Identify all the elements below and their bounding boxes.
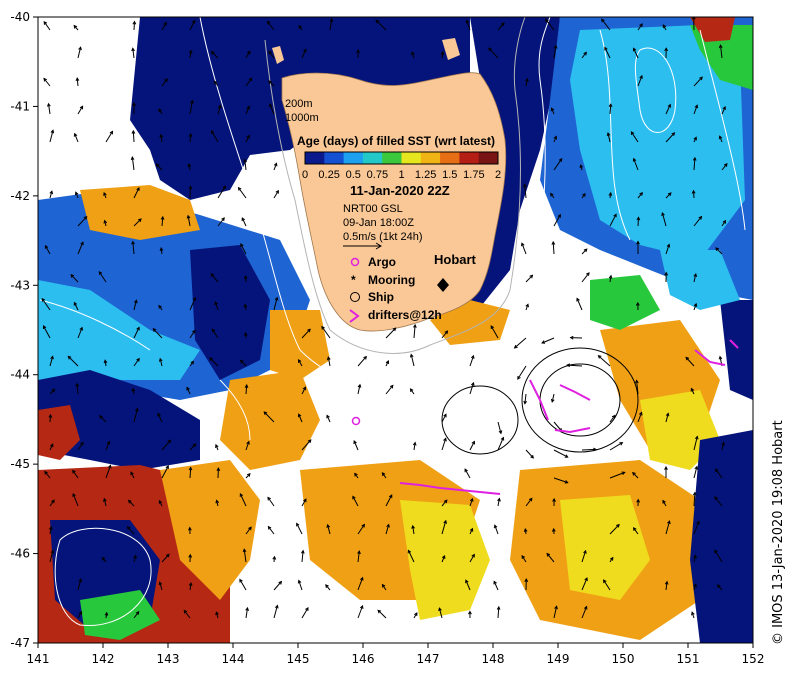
colorbar-swatch — [362, 152, 383, 164]
colorbar-swatch — [459, 152, 480, 164]
lon-tick-label: 146 — [352, 652, 375, 666]
colorbar-title: Age (days) of filled SST (wrt latest) — [297, 134, 495, 148]
colorbar-swatch — [478, 152, 499, 164]
lon-tick-label: 148 — [482, 652, 505, 666]
sst-map: 141 142 143 144 145 146 147 148 149 150 151 152 -40… — [10, 10, 786, 666]
mooring-icon: * — [351, 273, 356, 287]
colorbar-tick-label: 2 — [495, 169, 501, 181]
colorbar-tick-label: 0 — [302, 169, 308, 181]
depth-1000-label: 1000m — [285, 112, 319, 124]
colorbar-swatch — [382, 152, 402, 164]
colorbar-swatch — [305, 152, 325, 164]
lon-axis: 141 142 143 144 145 146 147 148 149 150 151 152 — [27, 643, 765, 666]
lat-tick-label: -43 — [10, 278, 30, 292]
map-date: 11-Jan-2020 22Z — [350, 183, 450, 198]
colorbar-swatch — [324, 152, 345, 164]
lat-tick-label: -47 — [10, 636, 30, 650]
place-label-hobart: Hobart — [434, 252, 477, 267]
colorbar-ticks: 0 0.25 0.5 0.75 1 1.25 1.5 1.75 2 — [302, 169, 501, 181]
lon-tick-label: 150 — [612, 652, 635, 666]
lon-tick-label: 147 — [417, 652, 440, 666]
lat-tick-label: -40 — [10, 10, 30, 24]
current-vector — [189, 186, 191, 199]
ship-label: Ship — [368, 290, 394, 304]
credit: © IMOS 13-Jan-2020 19:08 Hobart — [771, 420, 786, 645]
lat-tick-label: -42 — [10, 189, 30, 203]
currents-date: 09-Jan 18:00Z — [343, 217, 414, 229]
lon-tick-label: 151 — [677, 652, 700, 666]
lon-tick-label: 141 — [27, 652, 50, 666]
colorbar-tick-label: 1.75 — [463, 169, 484, 181]
lon-tick-label: 143 — [157, 652, 180, 666]
colorbar-tick-label: 1 — [398, 169, 404, 181]
lat-axis: -40 -41 -42 -43 -44 -45 -46 -47 — [10, 10, 38, 650]
colorbar-tick-label: 0.75 — [367, 169, 388, 181]
sst-patch-navy-se — [690, 430, 753, 643]
colorbar-swatch — [420, 152, 441, 164]
lat-tick-label: -46 — [10, 547, 30, 561]
lat-tick-label: -41 — [10, 99, 30, 113]
colorbar — [304, 151, 499, 165]
colorbar-swatch — [401, 152, 422, 164]
lon-tick-label: 144 — [222, 652, 245, 666]
lon-tick-label: 152 — [742, 652, 765, 666]
mooring-label: Mooring — [368, 273, 415, 287]
drifter-label: drifters@12h — [368, 308, 442, 322]
colorbar-swatch — [343, 152, 364, 164]
colorbar-tick-label: 1.5 — [442, 169, 457, 181]
lat-tick-label: -44 — [10, 368, 30, 382]
colorbar-tick-label: 0.25 — [318, 169, 339, 181]
depth-200-label: 200m — [285, 98, 313, 110]
current-vector — [581, 448, 597, 451]
colorbar-tick-label: 1.25 — [415, 169, 436, 181]
vector-scale-label: 0.5m/s (1kt 24h) — [343, 231, 422, 243]
lat-tick-label: -45 — [10, 457, 30, 471]
lon-tick-label: 142 — [92, 652, 115, 666]
lon-tick-label: 149 — [547, 652, 570, 666]
plot-area — [38, 17, 753, 643]
argo-label: Argo — [368, 255, 396, 269]
lon-tick-label: 145 — [287, 652, 310, 666]
colorbar-tick-label: 0.5 — [346, 169, 361, 181]
currents-source: NRT00 GSL — [343, 203, 403, 215]
colorbar-swatch — [440, 152, 460, 164]
